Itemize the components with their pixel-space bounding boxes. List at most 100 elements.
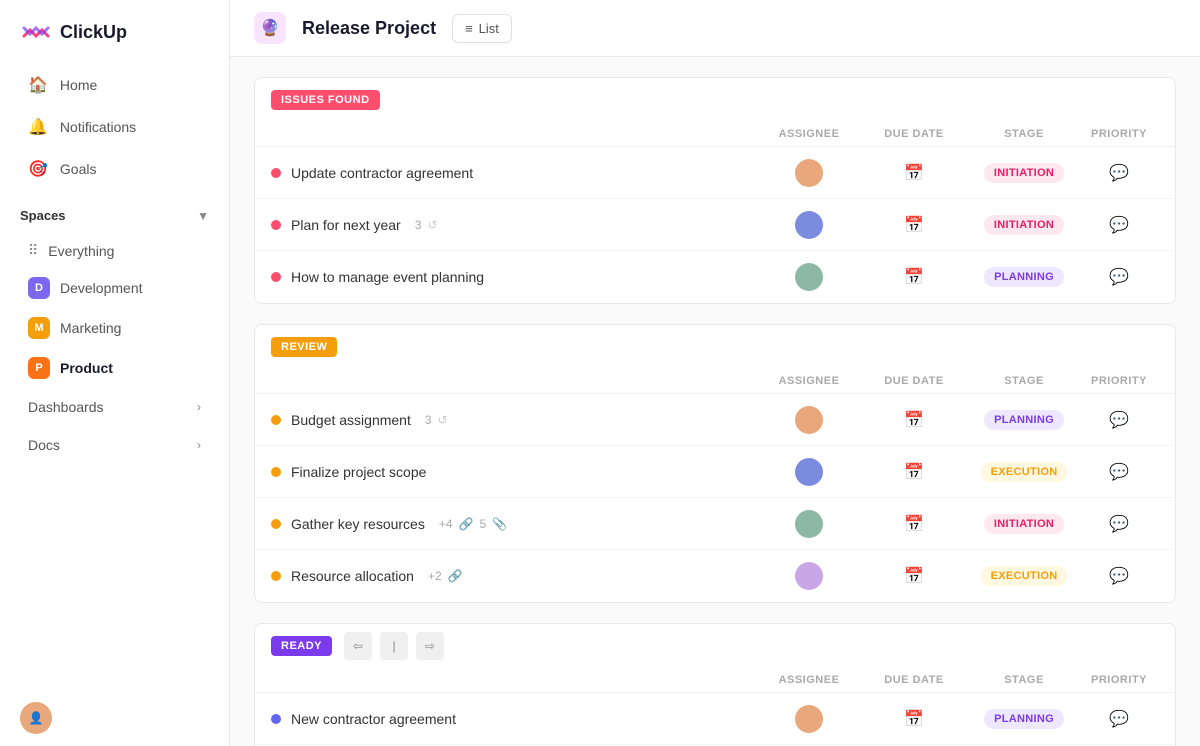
logo[interactable]: ClickUp xyxy=(0,0,229,64)
collapse-btn[interactable]: | xyxy=(380,632,408,660)
project-title: Release Project xyxy=(302,18,436,39)
sidebar-item-development[interactable]: D Development xyxy=(8,269,221,307)
sidebar-item-marketing[interactable]: M Marketing xyxy=(8,309,221,347)
task-title: Plan for next year xyxy=(291,217,401,233)
section-header-issues: ISSUES FOUND xyxy=(255,78,1175,122)
due-date-cell: 📅 xyxy=(859,566,969,586)
task-status-dot xyxy=(271,220,281,230)
stage-cell: EXECUTION xyxy=(969,462,1079,482)
table-row[interactable]: Gather key resources +4 🔗 5 📎 📅 INITIATI… xyxy=(255,498,1175,550)
calendar-icon: 📅 xyxy=(904,709,924,729)
stage-badge: INITIATION xyxy=(984,215,1064,235)
avatar xyxy=(795,510,823,538)
priority-cell: 💬 xyxy=(1079,267,1159,287)
content-area: ISSUES FOUND ASSIGNEE DUE DATE STAGE PRI… xyxy=(230,57,1200,746)
assignee-cell xyxy=(759,159,859,187)
priority-icon: 💬 xyxy=(1109,163,1129,183)
cycle-icon: ↺ xyxy=(427,218,437,232)
stage-cell: PLANNING xyxy=(969,709,1079,729)
forward-btn[interactable]: ⇨ xyxy=(416,632,444,660)
sidebar-item-goals[interactable]: 🎯 Goals xyxy=(8,149,221,189)
col-task-r xyxy=(271,375,759,387)
col-assignee-1: ASSIGNEE xyxy=(759,375,859,387)
section-header-review: REVIEW xyxy=(255,325,1175,369)
sidebar-label-home: Home xyxy=(60,77,97,93)
view-selector[interactable]: ≡ List xyxy=(452,14,512,43)
due-date-cell: 📅 xyxy=(859,163,969,183)
section-badge-review: REVIEW xyxy=(271,337,337,357)
avatar xyxy=(795,263,823,291)
table-row[interactable]: Resource allocation +2 🔗 📅 EXECUTION 💬 xyxy=(255,550,1175,602)
chevron-right-icon: › xyxy=(197,400,201,414)
task-title: Budget assignment xyxy=(291,412,411,428)
spaces-header: Spaces ▼ xyxy=(0,198,229,233)
calendar-icon: 📅 xyxy=(904,163,924,183)
calendar-icon: 📅 xyxy=(904,462,924,482)
task-status-dot xyxy=(271,272,281,282)
task-meta: +2 🔗 xyxy=(428,569,463,583)
task-title: Finalize project scope xyxy=(291,464,426,480)
task-status-dot xyxy=(271,168,281,178)
space-badge-product: P xyxy=(28,357,50,379)
main-content: 🔮 Release Project ≡ List ISSUES FOUND AS… xyxy=(230,0,1200,746)
section-issues: ISSUES FOUND ASSIGNEE DUE DATE STAGE PRI… xyxy=(254,77,1176,304)
table-row[interactable]: Plan for next year 3 ↺ 📅 INITIATION 💬 xyxy=(255,199,1175,251)
task-name-cell: Plan for next year 3 ↺ xyxy=(271,217,759,233)
table-row[interactable]: How to manage event planning 📅 PLANNING … xyxy=(255,251,1175,303)
stage-cell: PLANNING xyxy=(969,410,1079,430)
avatar xyxy=(795,562,823,590)
goals-icon: 🎯 xyxy=(28,159,48,179)
sidebar-item-notifications[interactable]: 🔔 Notifications xyxy=(8,107,221,147)
priority-icon: 💬 xyxy=(1109,267,1129,287)
avatar xyxy=(795,705,823,733)
priority-cell: 💬 xyxy=(1079,709,1159,729)
user-avatar[interactable]: 👤 xyxy=(20,702,52,734)
chevron-right-icon-docs: › xyxy=(197,438,201,452)
due-date-cell: 📅 xyxy=(859,215,969,235)
sidebar-item-everything[interactable]: ⠿ Everything xyxy=(8,234,221,267)
due-date-cell: 📅 xyxy=(859,709,969,729)
priority-cell: 💬 xyxy=(1079,163,1159,183)
task-name-cell: Budget assignment 3 ↺ xyxy=(271,412,759,428)
expand-btn[interactable]: ⇦ xyxy=(344,632,372,660)
avatar xyxy=(795,159,823,187)
sidebar-item-dashboards[interactable]: Dashboards › xyxy=(8,389,221,425)
task-name-cell: New contractor agreement xyxy=(271,711,759,727)
link-icon: 🔗 xyxy=(459,517,474,531)
due-date-cell: 📅 xyxy=(859,410,969,430)
chevron-down-icon[interactable]: ▼ xyxy=(197,209,209,223)
assignee-cell xyxy=(759,263,859,291)
calendar-icon: 📅 xyxy=(904,215,924,235)
avatar xyxy=(795,458,823,486)
stage-cell: INITIATION xyxy=(969,514,1079,534)
sidebar-item-product[interactable]: P Product xyxy=(8,349,221,387)
clickup-logo-icon xyxy=(20,16,52,48)
assignee-cell xyxy=(759,510,859,538)
stage-cell: INITIATION xyxy=(969,215,1079,235)
col-stage-0: STAGE xyxy=(969,128,1079,140)
priority-icon: 💬 xyxy=(1109,215,1129,235)
app-name: ClickUp xyxy=(60,22,127,43)
table-row[interactable]: Finalize project scope 📅 EXECUTION 💬 xyxy=(255,446,1175,498)
project-icon: 🔮 xyxy=(254,12,286,44)
cycle-icon: ↺ xyxy=(438,413,448,427)
task-status-dot xyxy=(271,415,281,425)
stage-cell: PLANNING xyxy=(969,267,1079,287)
space-badge-development: D xyxy=(28,277,50,299)
task-name-cell: Update contractor agreement xyxy=(271,165,759,181)
task-status-dot xyxy=(271,519,281,529)
sidebar-item-home[interactable]: 🏠 Home xyxy=(8,65,221,105)
link-icon-2: 🔗 xyxy=(448,569,463,583)
col-priority-1: PRIORITY xyxy=(1079,375,1159,387)
sidebar-item-docs[interactable]: Docs › xyxy=(8,427,221,463)
section-badge-ready: READY xyxy=(271,636,332,656)
table-row[interactable]: Budget assignment 3 ↺ 📅 PLANNING 💬 xyxy=(255,394,1175,446)
space-badge-marketing: M xyxy=(28,317,50,339)
bell-icon: 🔔 xyxy=(28,117,48,137)
table-row[interactable]: New contractor agreement 📅 PLANNING 💬 xyxy=(255,693,1175,745)
view-label: List xyxy=(479,21,499,36)
table-row[interactable]: Update contractor agreement 📅 INITIATION… xyxy=(255,147,1175,199)
calendar-icon: 📅 xyxy=(904,410,924,430)
calendar-icon: 📅 xyxy=(904,514,924,534)
home-icon: 🏠 xyxy=(28,75,48,95)
